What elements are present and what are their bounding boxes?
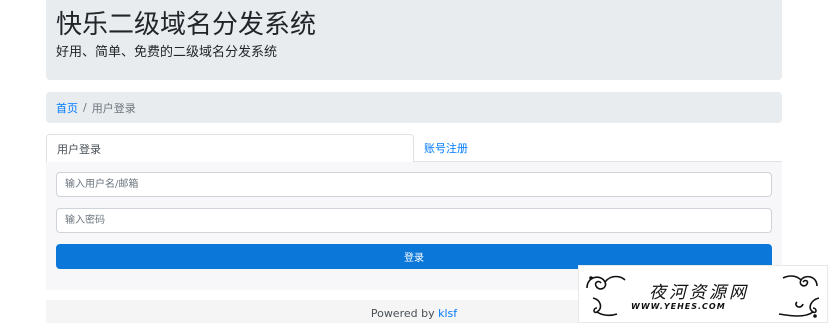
header-banner: 快乐二级域名分发系统 好用、简单、免费的二级域名分发系统	[46, 0, 782, 80]
password-input[interactable]	[56, 208, 772, 233]
tab-login[interactable]: 用户登录	[46, 134, 414, 163]
corner-ornament-icon	[782, 275, 818, 287]
corner-ornament-icon	[592, 297, 618, 317]
tab-bar: 用户登录 账号注册	[46, 134, 782, 163]
page: 快乐二级域名分发系统 好用、简单、免费的二级域名分发系统 首页 / 用户登录 用…	[0, 0, 828, 323]
breadcrumb-home-link[interactable]: 首页	[56, 100, 78, 116]
breadcrumb-current: 用户登录	[91, 101, 136, 115]
breadcrumb-separator: /	[83, 101, 87, 114]
watermark-title: 夜河资源网	[649, 283, 749, 303]
corner-ornament-icon	[586, 275, 626, 290]
watermark-url: WWW.YEHES.COM	[631, 302, 726, 311]
footer-powered-text: Powered by	[370, 307, 439, 320]
tab-register[interactable]: 账号注册	[414, 134, 478, 162]
footer-powered-link[interactable]: klsf	[438, 307, 457, 320]
username-input[interactable]	[56, 172, 772, 197]
page-title: 快乐二级域名分发系统	[56, 10, 317, 40]
watermark: 夜河资源网 WWW.YEHES.COM	[578, 265, 828, 323]
corner-ornament-icon	[778, 297, 820, 318]
breadcrumb: 首页 / 用户登录	[46, 92, 782, 123]
page-subtitle: 好用、简单、免费的二级域名分发系统	[56, 45, 278, 60]
